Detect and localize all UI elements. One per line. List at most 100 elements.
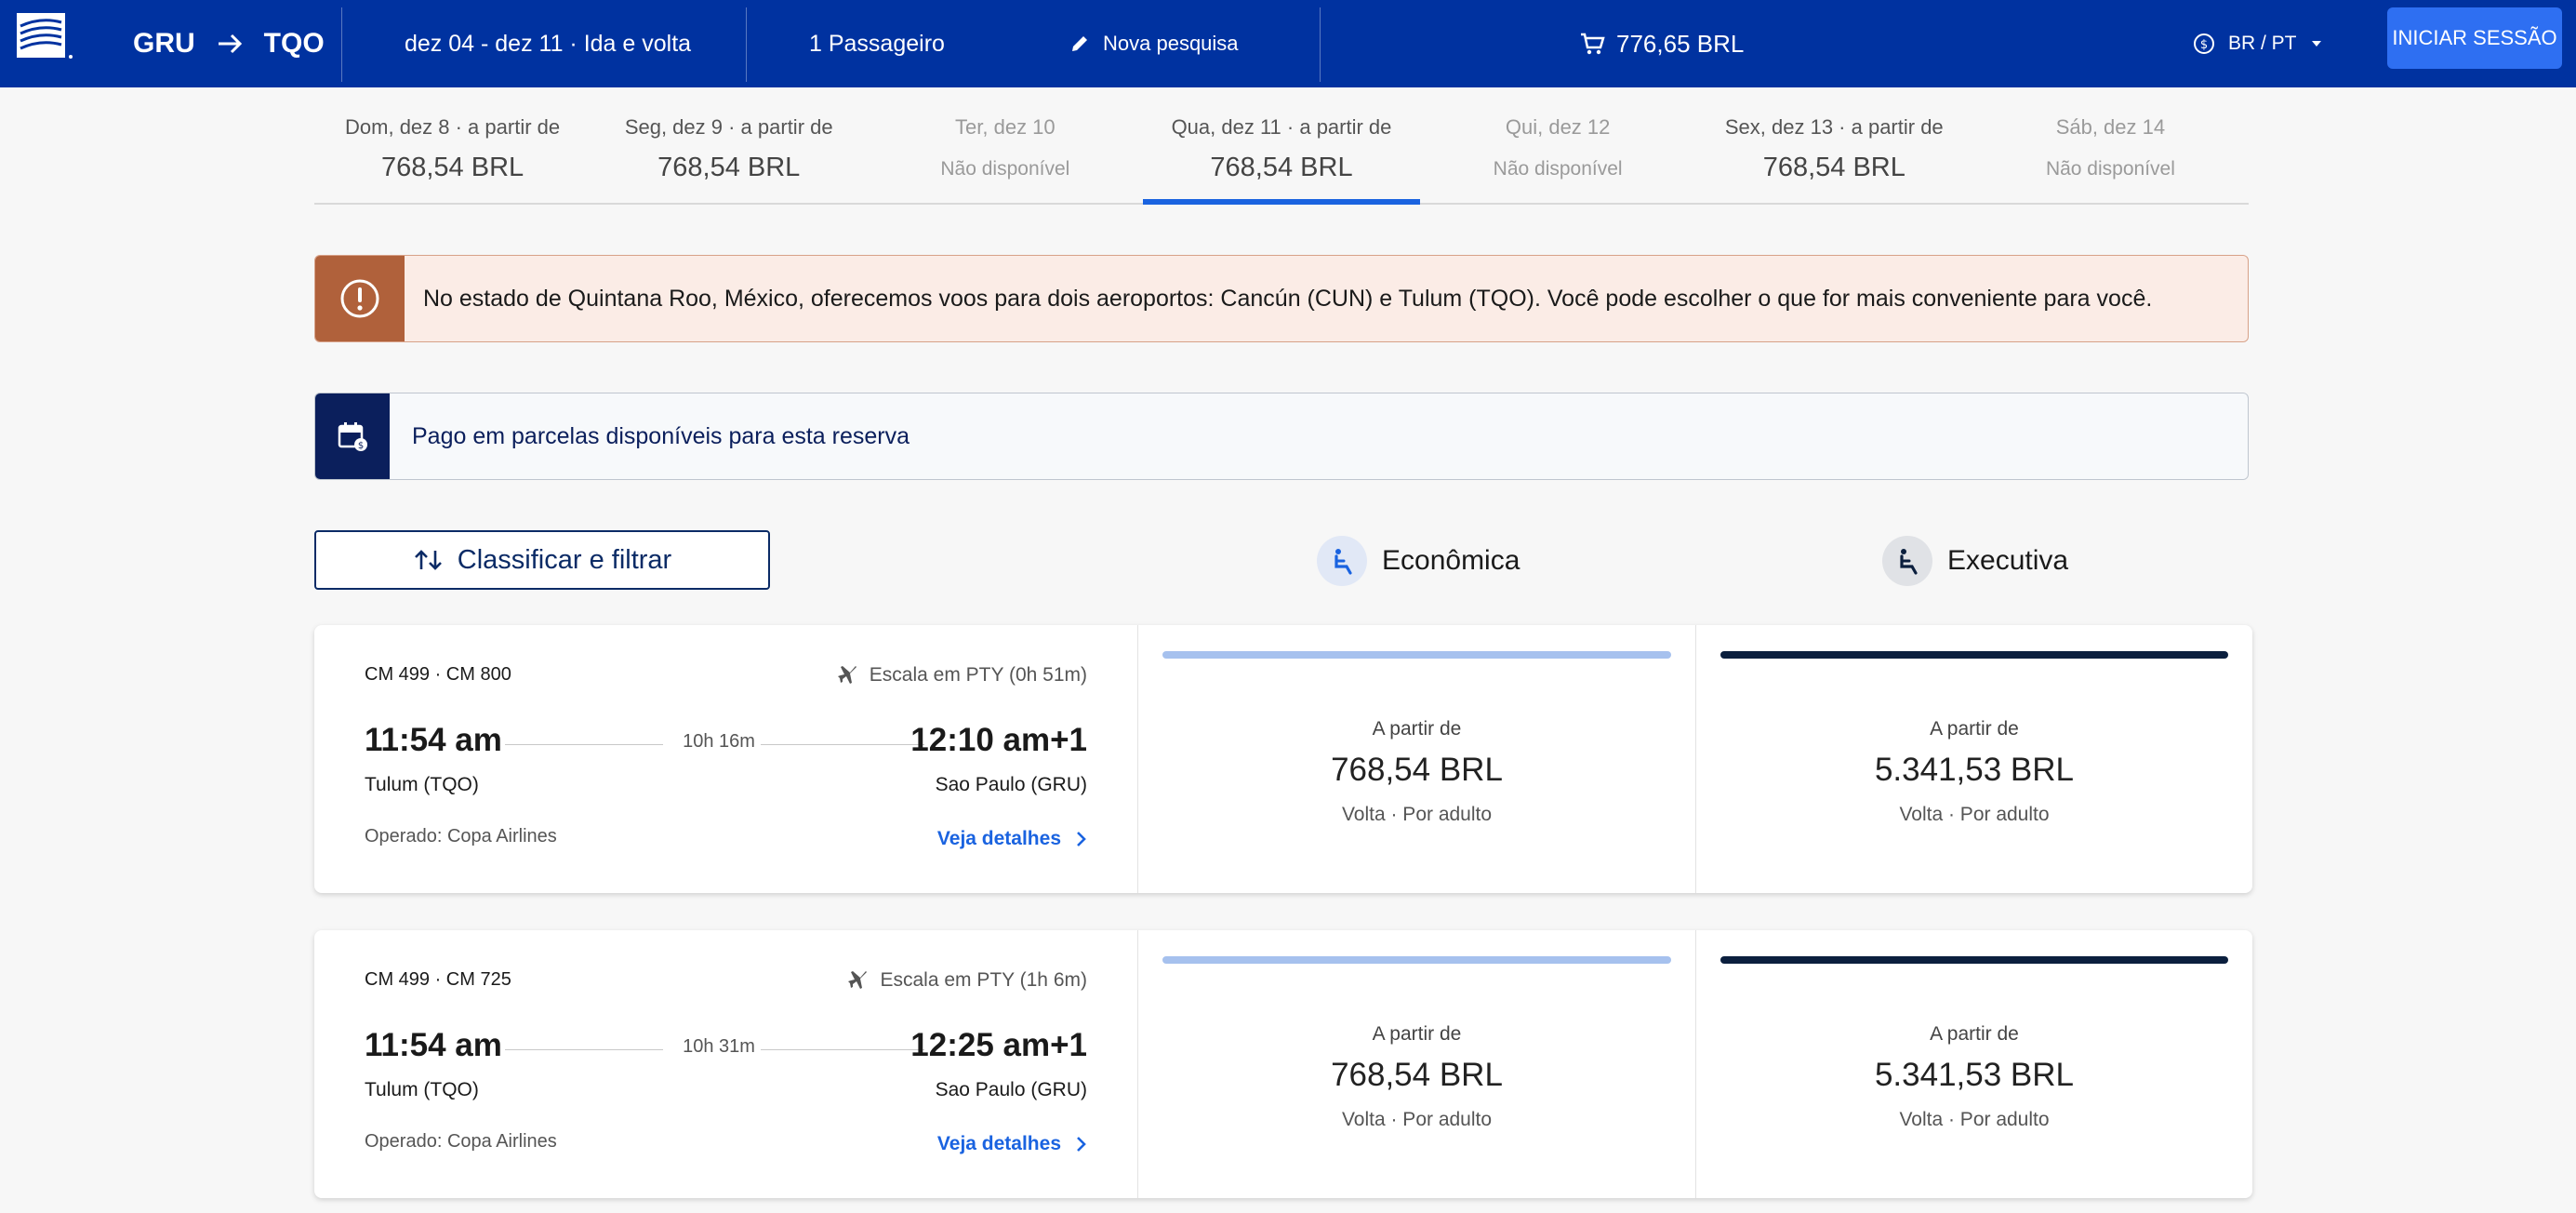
fare-price: 5.341,53 BRL xyxy=(1874,1057,2075,1093)
installments-alert: $ Pago em parcelas disponíveis para esta… xyxy=(314,393,2249,480)
date-price: 768,54 BRL xyxy=(657,153,801,182)
economy-fare[interactable]: A partir de 768,54 BRL Volta · Por adult… xyxy=(1137,625,1695,893)
timeline-line xyxy=(505,1049,663,1050)
cart-icon xyxy=(1581,33,1605,55)
date-label: Seg, dez 9 · a partir de xyxy=(624,115,833,139)
timeline-line xyxy=(761,744,924,745)
chevron-right-icon xyxy=(1077,1137,1086,1152)
fare-from: A partir de xyxy=(1930,1023,2019,1045)
trip-dates[interactable]: dez 04 - dez 11 · Ida e volta xyxy=(405,0,691,87)
destination-airport: Sao Paulo (GRU) xyxy=(935,774,1087,795)
flight-card: CM 499 · CM 725 Escala em PTY (1h 6m) 11… xyxy=(314,930,2252,1198)
passengers[interactable]: 1 Passageiro xyxy=(809,0,945,87)
fare-note: Volta · Por adulto xyxy=(1899,1109,2050,1130)
arrival-time: 12:10 am+1 xyxy=(910,722,1087,758)
flight-card: CM 499 · CM 800 Escala em PTY (0h 51m) 1… xyxy=(314,625,2252,893)
new-search-button[interactable]: Nova pesquisa xyxy=(1069,0,1239,87)
locale-label: BR / PT xyxy=(2228,33,2297,54)
fare-note: Volta · Por adulto xyxy=(1899,804,2050,825)
date-option[interactable]: Seg, dez 9 · a partir de 768,54 BRL xyxy=(591,87,867,203)
fare-price: 768,54 BRL xyxy=(1331,1057,1503,1093)
business-fare[interactable]: A partir de 5.341,53 BRL Volta · Por adu… xyxy=(1695,625,2252,893)
stopover-info: Escala em PTY (0h 51m) xyxy=(837,664,1087,686)
fare-price: 768,54 BRL xyxy=(1331,752,1503,788)
cart-total: 776,65 BRL xyxy=(1616,29,1745,58)
stopover-text: Escala em PTY (0h 51m) xyxy=(869,664,1087,686)
svg-text:$: $ xyxy=(358,441,364,451)
date-label: Sáb, dez 14 xyxy=(2055,115,2166,139)
fare-note: Volta · Por adulto xyxy=(1341,1109,1493,1130)
business-fare[interactable]: A partir de 5.341,53 BRL Volta · Por adu… xyxy=(1695,930,2252,1198)
flight-numbers: CM 499 · CM 725 xyxy=(365,969,511,990)
fare-price: 5.341,53 BRL xyxy=(1874,752,2075,788)
header-divider xyxy=(746,7,747,82)
calendar-payment-icon: $ xyxy=(338,422,367,451)
svg-text:$: $ xyxy=(2200,38,2208,52)
seat-icon xyxy=(1882,536,1932,586)
currency-icon: $ xyxy=(2194,33,2214,54)
date-option[interactable]: Sex, dez 13 · a partir de 768,54 BRL xyxy=(1696,87,1972,203)
locale-selector[interactable]: $ BR / PT xyxy=(2193,0,2323,87)
business-fare-bar xyxy=(1720,956,2228,964)
details-link[interactable]: Veja detalhes xyxy=(937,828,1087,850)
details-link[interactable]: Veja detalhes xyxy=(937,1133,1087,1155)
stopover-text: Escala em PTY (1h 6m) xyxy=(880,969,1087,991)
date-label: Qui, dez 12 xyxy=(1505,115,1611,139)
cart-button[interactable]: 776,65 BRL xyxy=(1579,0,1744,87)
route[interactable]: GRU TQO xyxy=(133,0,325,87)
date-option[interactable]: Dom, dez 8 · a partir de 768,54 BRL xyxy=(314,87,591,203)
fare-from: A partir de xyxy=(1372,718,1462,740)
origin-code: GRU xyxy=(133,28,195,59)
date-price: 768,54 BRL xyxy=(1210,153,1353,182)
arrow-right-icon xyxy=(218,33,242,54)
plane-icon xyxy=(837,666,856,684)
date-price: Não disponível xyxy=(1493,158,1623,180)
chevron-right-icon xyxy=(1077,832,1086,846)
destination-code: TQO xyxy=(263,28,325,59)
economy-fare-bar xyxy=(1162,651,1671,659)
details-label: Veja detalhes xyxy=(936,1133,1061,1154)
date-option: Sáb, dez 14 Não disponível xyxy=(1972,87,2249,203)
departure-time: 11:54 am xyxy=(365,722,502,758)
business-cabin-header: Executiva xyxy=(1882,534,2068,588)
date-label: Dom, dez 8 · a partir de xyxy=(345,115,561,139)
economy-fare-bar xyxy=(1162,956,1671,964)
flight-duration: 10h 16m xyxy=(683,731,755,752)
operator: Operado: Copa Airlines xyxy=(365,826,557,846)
plane-icon xyxy=(848,971,868,989)
sort-filter-label: Classificar e filtrar xyxy=(457,544,672,575)
date-price: Não disponível xyxy=(2045,158,2175,180)
airport-info-text: No estado de Quintana Roo, México, ofere… xyxy=(423,285,2153,312)
details-label: Veja detalhes xyxy=(936,828,1061,849)
date-option[interactable]: Qua, dez 11 · a partir de 768,54 BRL xyxy=(1143,87,1420,205)
header-divider xyxy=(1320,7,1321,82)
economy-label: Econômica xyxy=(1382,545,1520,576)
origin-airport: Tulum (TQO) xyxy=(365,774,479,795)
date-selector: Dom, dez 8 · a partir de 768,54 BRL Seg, d… xyxy=(314,87,2249,205)
new-search-label: Nova pesquisa xyxy=(1103,32,1239,55)
caret-down-icon xyxy=(2311,41,2321,47)
seat-icon xyxy=(1317,536,1367,586)
flight-info: CM 499 · CM 800 Escala em PTY (0h 51m) 1… xyxy=(314,625,1137,893)
date-price: 768,54 BRL xyxy=(1762,153,1905,182)
date-label: Sex, dez 13 · a partir de xyxy=(1724,115,1944,139)
fare-from: A partir de xyxy=(1372,1023,1462,1045)
fare-from: A partir de xyxy=(1930,718,2019,740)
origin-airport: Tulum (TQO) xyxy=(365,1079,479,1100)
sort-arrows-icon xyxy=(414,550,442,570)
economy-fare[interactable]: A partir de 768,54 BRL Volta · Por adult… xyxy=(1137,930,1695,1198)
sort-filter-button[interactable]: Classificar e filtrar xyxy=(314,530,770,590)
airport-info-alert: No estado de Quintana Roo, México, ofere… xyxy=(314,255,2249,342)
business-label: Executiva xyxy=(1947,545,2069,576)
copa-logo-icon[interactable] xyxy=(17,13,74,61)
arrival-time: 12:25 am+1 xyxy=(910,1027,1087,1063)
flight-info: CM 499 · CM 725 Escala em PTY (1h 6m) 11… xyxy=(314,930,1137,1198)
fare-note: Volta · Por adulto xyxy=(1341,804,1493,825)
login-button[interactable]: INICIAR SESSÃO xyxy=(2387,7,2562,69)
date-price: Não disponível xyxy=(940,158,1070,180)
date-price: 768,54 BRL xyxy=(380,153,524,182)
header-divider xyxy=(341,7,342,82)
exclamation-circle-icon xyxy=(340,279,379,318)
timeline-line xyxy=(505,744,663,745)
pencil-icon xyxy=(1072,36,1087,51)
